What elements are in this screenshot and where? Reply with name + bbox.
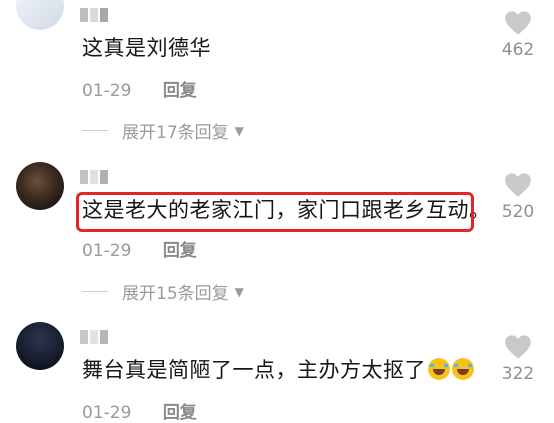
- comment-text-body: 舞台真是简陋了一点，主办方太抠了: [82, 358, 426, 382]
- comment-text: 舞台真是简陋了一点，主办方太抠了: [82, 356, 474, 384]
- comment-meta: 01-29 回复: [82, 398, 197, 423]
- comment-item-3: 舞台真是简陋了一点，主办方太抠了 01-29 回复 322: [0, 0, 554, 423]
- avatar[interactable]: [16, 322, 64, 370]
- laugh-cry-emoji: [428, 358, 450, 380]
- laugh-cry-emoji: [452, 358, 474, 380]
- reply-button[interactable]: 回复: [163, 403, 197, 423]
- comment-date: 01-29: [82, 403, 132, 423]
- username-pixelated[interactable]: [80, 330, 108, 344]
- like-count: 322: [501, 364, 535, 384]
- heart-icon: [505, 335, 531, 359]
- like-button[interactable]: 322: [498, 334, 538, 384]
